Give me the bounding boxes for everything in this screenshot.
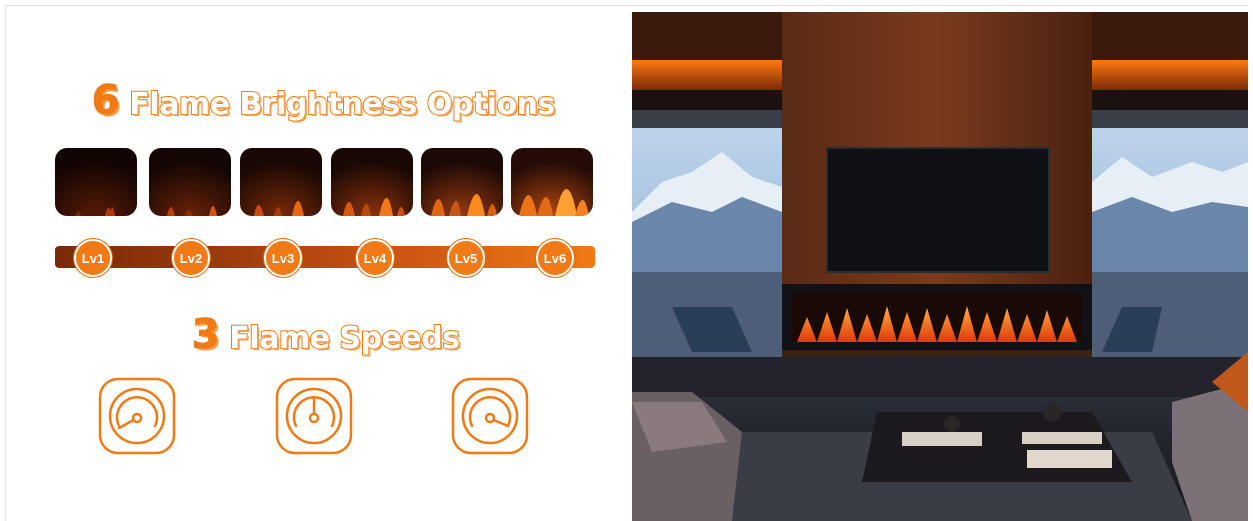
level-lv3[interactable]: Lv3	[264, 239, 302, 277]
speeds-title: Flame Speeds	[228, 320, 461, 357]
level-lv1[interactable]: Lv1	[74, 239, 112, 277]
brightness-heading: 6 Flame Brightness Options	[91, 77, 556, 125]
brightness-count: 6	[91, 77, 120, 125]
brightness-level-bar	[55, 246, 595, 268]
level-lv2[interactable]: Lv2	[172, 239, 210, 277]
speeds-count: 3	[191, 311, 220, 359]
level-lv5[interactable]: Lv5	[447, 239, 485, 277]
living-room-fireplace-photo	[632, 12, 1248, 521]
gauge-medium-icon[interactable]	[274, 376, 354, 456]
flame-thumb-1	[55, 148, 137, 216]
speeds-heading: 3 Flame Speeds	[191, 311, 461, 359]
flame-thumb-2	[149, 148, 231, 216]
brightness-title: Flame Brightness Options	[128, 86, 556, 123]
level-lv6[interactable]: Lv6	[536, 239, 574, 277]
level-lv4[interactable]: Lv4	[356, 239, 394, 277]
gauge-fast-icon[interactable]	[450, 376, 530, 456]
gauge-slow-icon[interactable]	[97, 376, 177, 456]
flame-thumb-6	[511, 148, 593, 216]
flame-thumb-4	[331, 148, 413, 216]
flame-thumb-5	[421, 148, 503, 216]
flame-thumb-3	[240, 148, 322, 216]
